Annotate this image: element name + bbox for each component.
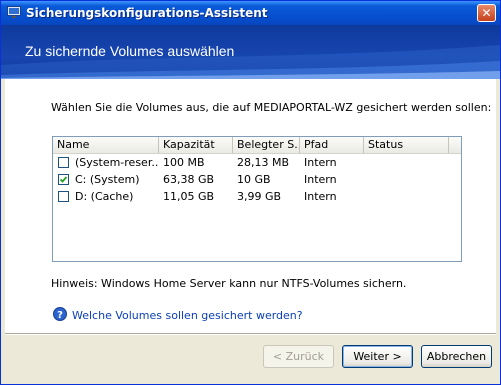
next-button[interactable]: Weiter >: [342, 345, 413, 368]
wizard-app-icon: [7, 6, 21, 19]
volume-used: 3,99 GB: [237, 190, 282, 203]
help-question-icon[interactable]: ?: [53, 307, 67, 321]
column-header-path[interactable]: Pfad: [300, 137, 364, 153]
close-button[interactable]: ✕: [477, 4, 496, 22]
title-bar[interactable]: Sicherungskonfigurations-Assistent ✕: [1, 1, 500, 25]
volume-path: Intern: [304, 156, 337, 169]
column-header-used[interactable]: Belegter S...: [233, 137, 300, 153]
list-item[interactable]: C: (System) 63,38 GB 10 GB Intern: [53, 171, 461, 188]
volume-status: [368, 188, 448, 205]
column-header-capacity[interactable]: Kapazität: [159, 137, 233, 153]
volume-capacity: 63,38 GB: [163, 173, 215, 186]
close-icon: ✕: [481, 6, 492, 20]
wizard-content: Wählen Sie die Volumes aus, die auf MEDI…: [5, 79, 496, 333]
volume-name: C: (System): [75, 173, 140, 186]
back-button[interactable]: < Zurück: [263, 345, 334, 368]
page-title: Zu sichernde Volumes auswählen: [25, 43, 235, 59]
svg-text:?: ?: [57, 310, 63, 321]
cancel-button[interactable]: Abbrechen: [421, 345, 492, 368]
volume-checkbox[interactable]: [58, 191, 69, 202]
volume-used: 28,13 MB: [237, 156, 290, 169]
window-title: Sicherungskonfigurations-Assistent: [26, 6, 268, 20]
ntfs-hint: Hinweis: Windows Home Server kann nur NT…: [51, 277, 407, 290]
wizard-header: Zu sichernde Volumes auswählen: [1, 25, 500, 79]
column-header-status[interactable]: Status: [364, 137, 449, 153]
volume-capacity: 100 MB: [163, 156, 205, 169]
instruction-text: Wählen Sie die Volumes aus, die auf MEDI…: [51, 101, 492, 114]
wizard-window: Sicherungskonfigurations-Assistent ✕ Zu …: [0, 0, 501, 385]
volume-status: [368, 154, 448, 171]
volume-checkbox[interactable]: [58, 174, 69, 185]
column-header-name[interactable]: Name: [53, 137, 159, 153]
list-item[interactable]: D: (Cache) 11,05 GB 3,99 GB Intern: [53, 188, 461, 205]
volume-used: 10 GB: [237, 173, 271, 186]
volume-capacity: 11,05 GB: [163, 190, 215, 203]
list-item[interactable]: (System-reser... 100 MB 28,13 MB Intern: [53, 154, 461, 171]
volume-path: Intern: [304, 173, 337, 186]
volumes-list[interactable]: Name Kapazität Belegter S... Pfad Status…: [52, 136, 462, 262]
volume-checkbox[interactable]: [58, 157, 69, 168]
footer-separator: [5, 333, 496, 335]
checkmark-icon: [59, 176, 68, 183]
volume-path: Intern: [304, 190, 337, 203]
list-header: Name Kapazität Belegter S... Pfad Status: [53, 137, 461, 154]
volume-name: (System-reser...: [75, 156, 159, 169]
volume-status: [368, 171, 448, 188]
help-link[interactable]: Welche Volumes sollen gesichert werden?: [72, 309, 303, 322]
volume-name: D: (Cache): [75, 190, 134, 203]
